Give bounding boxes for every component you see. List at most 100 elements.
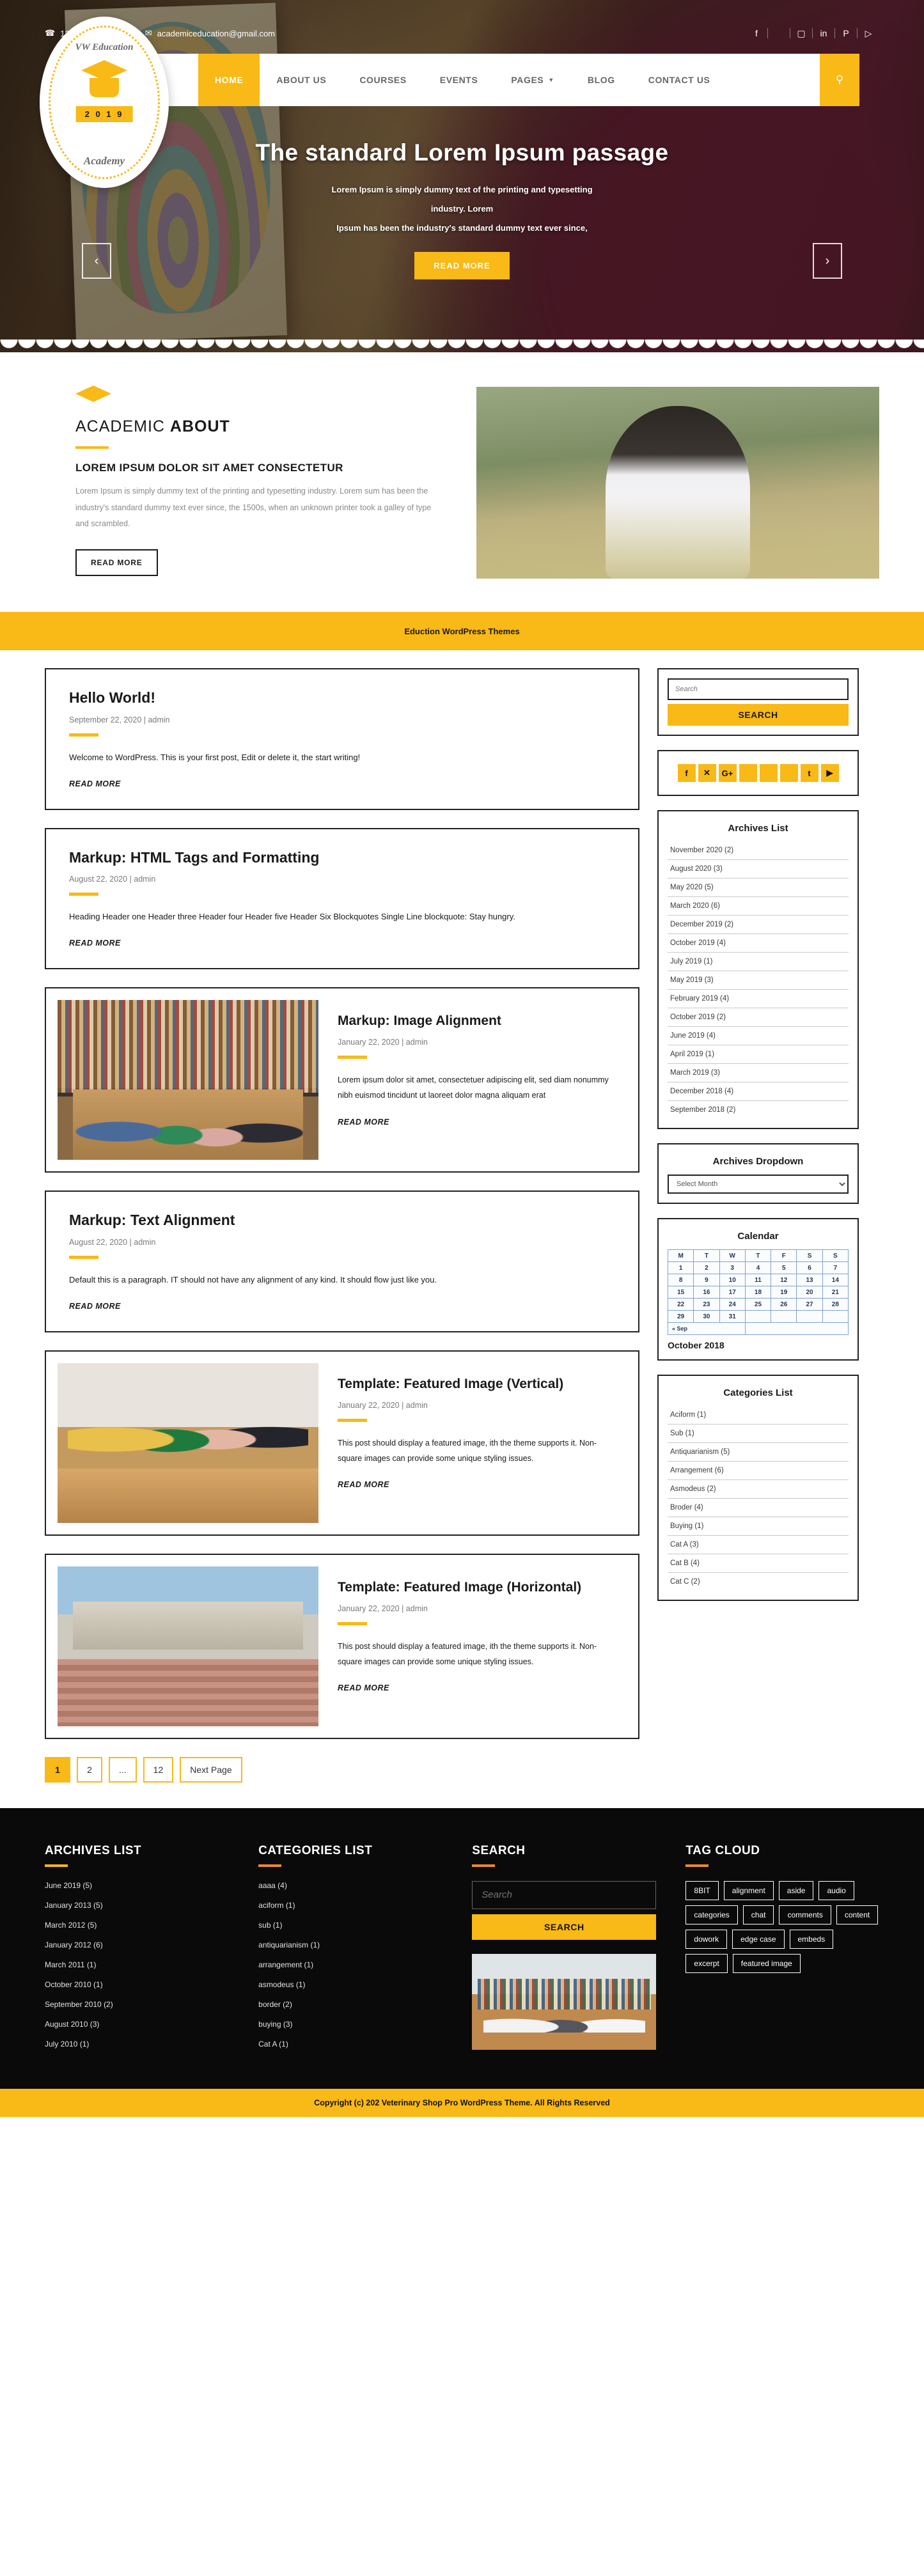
facebook-icon[interactable]: f <box>746 28 767 38</box>
pagination-next-page[interactable]: Next Page <box>180 1757 242 1783</box>
list-item[interactable]: June 2019 (4) <box>668 1027 849 1045</box>
post-card[interactable]: Markup: Image Alignment January 22, 2020… <box>45 987 639 1173</box>
list-item[interactable]: July 2010 (1) <box>45 2040 229 2049</box>
post-card[interactable]: Markup: HTML Tags and Formatting August … <box>45 828 639 970</box>
post-card[interactable]: Hello World! September 22, 2020 | admin … <box>45 668 639 810</box>
site-logo-badge[interactable]: VW Education 2 0 1 9 Academy <box>40 17 169 188</box>
hero-read-more-button[interactable]: READ MORE <box>414 252 509 279</box>
carousel-prev-button[interactable]: ‹ <box>82 243 111 279</box>
facebook-icon[interactable]: f <box>678 764 696 782</box>
post-read-more-link[interactable]: READ MORE <box>338 1683 610 1692</box>
calendar-day[interactable]: 18 <box>745 1286 771 1299</box>
search-input[interactable] <box>668 678 849 700</box>
list-item[interactable]: Broder (4) <box>668 1499 849 1517</box>
post-thumbnail[interactable] <box>58 1566 318 1726</box>
list-item[interactable]: Aciform (1) <box>668 1406 849 1425</box>
list-item[interactable]: March 2012 (5) <box>45 1921 229 1930</box>
list-item[interactable]: March 2020 (6) <box>668 897 849 916</box>
list-item[interactable]: October 2019 (4) <box>668 934 849 953</box>
post-title[interactable]: Markup: Image Alignment <box>338 1013 610 1029</box>
calendar-day[interactable]: 27 <box>797 1299 822 1311</box>
tag-item[interactable]: embeds <box>790 1930 834 1949</box>
social-icon-4[interactable] <box>739 764 757 782</box>
calendar-day[interactable]: 15 <box>668 1286 694 1299</box>
calendar-day[interactable]: 6 <box>797 1262 822 1274</box>
post-read-more-link[interactable]: READ MORE <box>69 779 615 788</box>
tag-item[interactable]: alignment <box>724 1881 774 1900</box>
search-icon[interactable]: ⚲ <box>820 54 859 106</box>
list-item[interactable]: August 2020 (3) <box>668 860 849 878</box>
nav-item-events[interactable]: EVENTS <box>423 54 495 106</box>
list-item[interactable]: antiquarianism (1) <box>258 1940 442 1949</box>
post-title[interactable]: Markup: HTML Tags and Formatting <box>69 848 615 867</box>
pagination-page-1[interactable]: 1 <box>45 1757 70 1783</box>
calendar-day[interactable]: 20 <box>797 1286 822 1299</box>
list-item[interactable]: Cat B (4) <box>668 1554 849 1573</box>
calendar-day[interactable]: 21 <box>822 1286 848 1299</box>
footer-search-input[interactable] <box>472 1881 656 1909</box>
list-item[interactable]: border (2) <box>258 2000 442 2009</box>
social-icon-6[interactable] <box>780 764 798 782</box>
calendar-prev-month-link[interactable]: « Sep <box>668 1323 746 1335</box>
post-thumbnail[interactable] <box>58 1000 318 1160</box>
list-item[interactable]: September 2010 (2) <box>45 2000 229 2009</box>
about-read-more-button[interactable]: READ MORE <box>75 549 158 576</box>
post-card[interactable]: Template: Featured Image (Horizontal) Ja… <box>45 1554 639 1739</box>
nav-item-pages[interactable]: PAGES ▼ <box>494 54 571 106</box>
post-title[interactable]: Template: Featured Image (Horizontal) <box>338 1579 610 1596</box>
list-item[interactable]: Cat C (2) <box>668 1573 849 1591</box>
tag-item[interactable]: aside <box>779 1881 814 1900</box>
post-read-more-link[interactable]: READ MORE <box>338 1480 610 1489</box>
tag-item[interactable]: featured image <box>733 1954 801 1973</box>
list-item[interactable]: Cat A (1) <box>258 2040 442 2049</box>
tumblr-icon[interactable]: t <box>801 764 818 782</box>
list-item[interactable]: December 2019 (2) <box>668 916 849 934</box>
tag-item[interactable]: edge case <box>732 1930 784 1949</box>
twitter-x-icon[interactable]: ✕ <box>698 764 716 782</box>
calendar-day[interactable]: 26 <box>771 1299 797 1311</box>
tag-item[interactable]: content <box>836 1905 878 1924</box>
calendar-day[interactable]: 12 <box>771 1274 797 1286</box>
list-item[interactable]: May 2020 (5) <box>668 878 849 897</box>
calendar-day[interactable]: 29 <box>668 1311 694 1323</box>
calendar-day[interactable]: 23 <box>694 1299 719 1311</box>
post-card[interactable]: Template: Featured Image (Vertical) Janu… <box>45 1350 639 1536</box>
list-item[interactable]: January 2012 (6) <box>45 1940 229 1949</box>
post-read-more-link[interactable]: READ MORE <box>69 939 615 948</box>
pagination-page-12[interactable]: 12 <box>143 1757 174 1783</box>
list-item[interactable]: October 2010 (1) <box>45 1980 229 1989</box>
list-item[interactable]: April 2019 (1) <box>668 1045 849 1064</box>
calendar-day[interactable]: 1 <box>668 1262 694 1274</box>
list-item[interactable]: asmodeus (1) <box>258 1980 442 1989</box>
calendar-day[interactable]: 8 <box>668 1274 694 1286</box>
post-title[interactable]: Hello World! <box>69 689 615 707</box>
post-title[interactable]: Markup: Text Alignment <box>69 1211 615 1229</box>
footer-search-button[interactable]: SEARCH <box>472 1914 656 1940</box>
list-item[interactable]: aciform (1) <box>258 1901 442 1910</box>
calendar-day[interactable]: 30 <box>694 1311 719 1323</box>
calendar-day[interactable]: 3 <box>719 1262 745 1274</box>
calendar-day[interactable]: 25 <box>745 1299 771 1311</box>
list-item[interactable]: October 2019 (2) <box>668 1008 849 1027</box>
calendar-day[interactable]: 2 <box>694 1262 719 1274</box>
list-item[interactable]: buying (3) <box>258 2020 442 2029</box>
nav-item-about-us[interactable]: ABOUT US <box>260 54 343 106</box>
calendar-day[interactable]: 9 <box>694 1274 719 1286</box>
nav-item-blog[interactable]: BLOG <box>571 54 632 106</box>
list-item[interactable]: Sub (1) <box>668 1425 849 1443</box>
list-item[interactable]: November 2020 (2) <box>668 841 849 860</box>
social-icon-5[interactable] <box>760 764 778 782</box>
calendar-day[interactable]: 19 <box>771 1286 797 1299</box>
post-card[interactable]: Markup: Text Alignment August 22, 2020 |… <box>45 1190 639 1332</box>
tag-item[interactable]: categories <box>685 1905 737 1924</box>
calendar-day[interactable]: 13 <box>797 1274 822 1286</box>
list-item[interactable]: March 2011 (1) <box>45 1960 229 1969</box>
youtube-icon[interactable]: ▶ <box>821 764 839 782</box>
pagination-page-2[interactable]: 2 <box>77 1757 102 1783</box>
list-item[interactable]: sub (1) <box>258 1921 442 1930</box>
carousel-next-button[interactable]: › <box>813 243 842 279</box>
nav-item-home[interactable]: HOME <box>198 54 260 106</box>
list-item[interactable]: March 2019 (3) <box>668 1064 849 1082</box>
tag-item[interactable]: 8BIT <box>685 1881 718 1900</box>
list-item[interactable]: arrangement (1) <box>258 1960 442 1969</box>
